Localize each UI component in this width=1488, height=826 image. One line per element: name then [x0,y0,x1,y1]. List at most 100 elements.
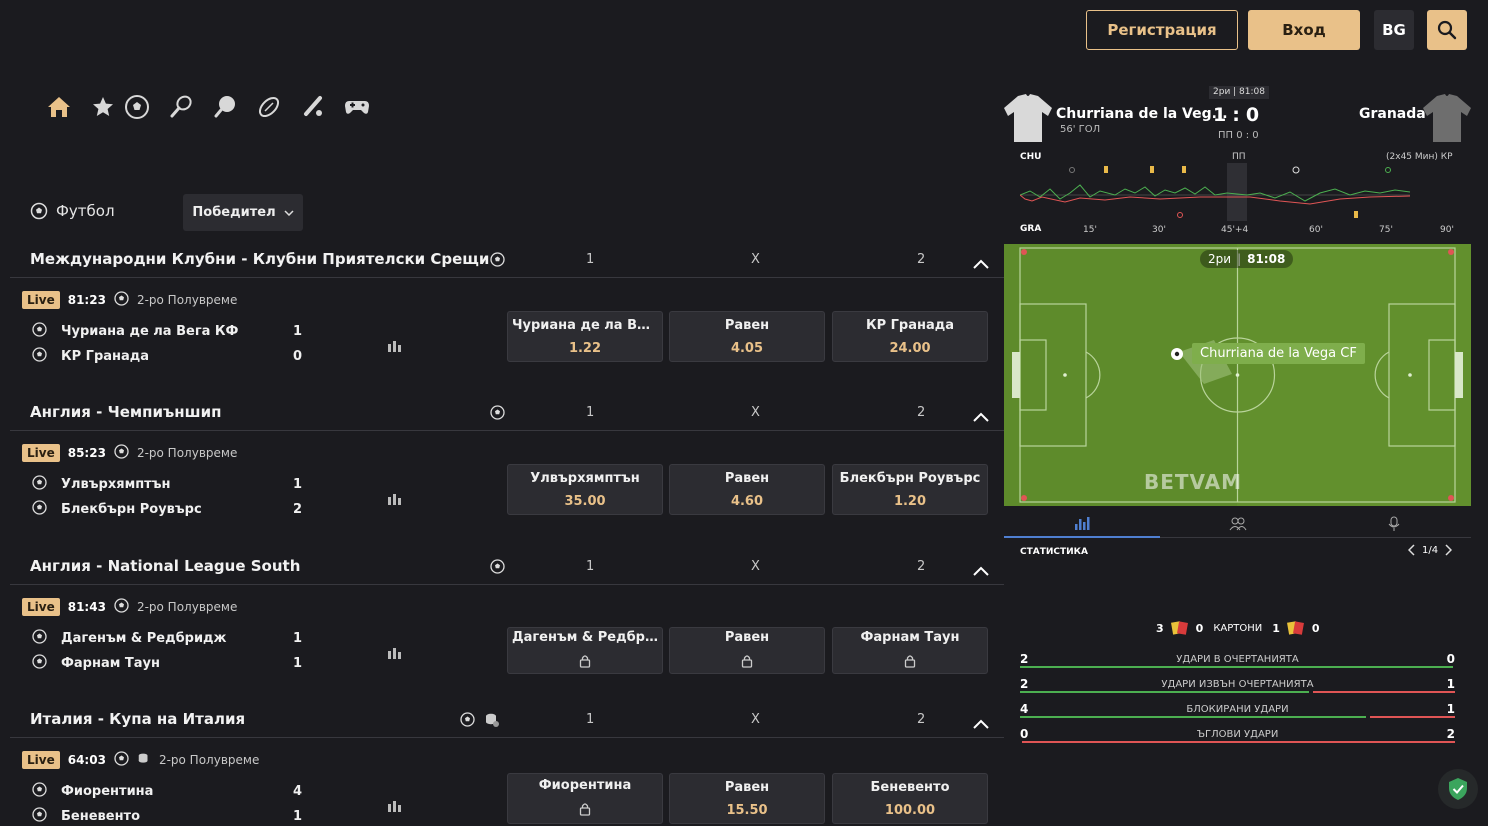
odd-button[interactable]: Улвърхямптън 35.00 [507,464,663,515]
tennis-icon[interactable] [166,92,196,122]
match-time: 81:23 [67,293,106,307]
search-button[interactable] [1427,10,1467,50]
collapse-button[interactable] [973,561,989,580]
match-period: 2-ро Полувреме [136,293,238,307]
home-goal-note: 56' ГОЛ [1060,124,1101,135]
odd-button[interactable]: Равен 4.05 [669,311,825,362]
odd-button[interactable]: КР Гранада 24.00 [832,311,988,362]
odd-button[interactable]: Фарнам Таун [832,627,988,674]
odd-button[interactable]: Фиорентина [507,773,663,824]
language-button[interactable]: BG [1374,10,1414,50]
match-stats-button[interactable] [387,490,403,509]
team-logo-icon [32,322,47,341]
team-name: Блекбърн Роувърс [61,502,202,517]
stats-title: СТАТИСТИКА [1020,547,1088,557]
odd-button[interactable]: Равен 15.50 [669,773,825,824]
live-football-icon [114,291,129,309]
league-header: Италия - Купа на Италия 1 X 2 [10,702,1004,738]
score: 1 : 0 [1213,104,1259,126]
chevron-left-icon[interactable] [1408,544,1416,556]
pitch-clock-period: 2ри [1208,252,1232,266]
coins-icon [137,752,151,769]
collapse-button[interactable] [973,407,989,426]
live-football-icon [460,712,475,731]
stat-home-bar [1020,666,1453,668]
team-row[interactable]: Фарнам Таун 1 [32,654,302,673]
football-icon[interactable] [122,92,152,122]
tab-commentary[interactable] [1316,510,1471,538]
stat-label: ЪГЛОВИ УДАРИ [1196,729,1279,740]
team-logo-icon [32,782,47,801]
team-row[interactable]: Чуриана де ла Вега КФ 1 [32,322,302,341]
timeline-tick: 15' [1083,225,1097,235]
score-away: 0 [1245,104,1260,126]
live-pitch: 2ри | 81:08 Churriana de la Vega CF BETV… [1004,244,1471,506]
odd-value: 100.00 [884,802,936,818]
team-row[interactable]: КР Гранада 0 [32,347,302,366]
tab-statistics[interactable] [1004,510,1160,538]
odd-button[interactable]: Равен 4.60 [669,464,825,515]
collapse-button[interactable] [973,254,989,273]
momentum-timeline: CHU GRA ПП (2x45 Мин) КР 15' 30' 45'+4 60' 7… [1004,143,1471,243]
team-row[interactable]: Блекбърн Роувърс 2 [32,500,302,519]
stat-away-bar [1022,741,1455,743]
stat-away-value: 1 [1446,702,1455,716]
stat-away-value: 0 [1446,652,1455,666]
login-button[interactable]: Вход [1248,10,1360,50]
team-name: Чуриана де ла Вега КФ [61,324,239,339]
collapse-button[interactable] [973,714,989,733]
odd-label: Равен [724,470,770,486]
cricket-icon[interactable] [298,92,328,122]
timeline-tick: 30' [1152,225,1166,235]
team-row[interactable]: Беневенто 1 [32,807,302,826]
column-header: X [751,712,760,727]
stat-away-value: 2 [1446,727,1455,741]
home-icon[interactable] [44,92,74,122]
odd-label: Блекбърн Роувърс [839,470,981,486]
odd-button[interactable]: Беневенто 100.00 [832,773,988,824]
market-select-label: Победител [192,205,276,220]
tab-lineups[interactable] [1160,510,1316,538]
team-name: Беневенто [61,809,141,824]
sport-title: Футбол [30,202,115,220]
team-logo-icon [32,475,47,494]
away-yellow-cards: 1 [1272,621,1280,635]
odd-value: 24.00 [889,340,931,356]
team-score: 0 [292,349,302,364]
match-stats-button[interactable] [387,644,403,663]
stat-row: 0 ЪГЛОВИ УДАРИ 2 [1020,727,1455,743]
match-stats-button[interactable] [387,797,403,816]
team-score: 2 [292,502,302,517]
rugby-icon[interactable] [254,92,284,122]
league-header: Англия - National League South 1 X 2 [10,549,1004,585]
team-row[interactable]: Улвърхямптън 1 [32,475,302,494]
odd-button[interactable]: Дагенъм & Редбридж [507,627,663,674]
column-header: 1 [586,405,595,420]
team-logo-icon [32,654,47,673]
away-jersey [1423,94,1471,142]
odd-button[interactable]: Чуриана де ла Вег... 1.22 [507,311,663,362]
odd-button[interactable]: Блекбърн Роувърс 1.20 [832,464,988,515]
register-button[interactable]: Регистрация [1086,10,1238,50]
team-name: Дагенъм & Редбридж [61,631,227,646]
star-icon[interactable] [88,92,118,122]
sport-title-label: Футбол [56,202,115,220]
team-row[interactable]: Фиорентина 4 [32,782,302,801]
security-badge[interactable] [1438,769,1478,809]
chevron-right-icon[interactable] [1444,544,1453,556]
table-tennis-icon[interactable] [210,92,240,122]
live-badge: Live [22,598,60,616]
odd-label: Дагенъм & Редбридж [512,629,658,645]
market-select[interactable]: Победител [183,194,303,231]
odd-button[interactable]: Равен [669,627,825,674]
team-row[interactable]: Дагенъм & Редбридж 1 [32,629,302,648]
match-stats-button[interactable] [387,337,403,356]
match-meta: Live 64:03 2-ро Полувреме [22,751,259,769]
stat-label: УДАРИ ИЗВЪН ОЧЕРТАНИЯТА [1161,679,1314,690]
column-header: X [751,252,760,267]
esports-icon[interactable] [342,92,372,122]
team-score: 1 [292,477,302,492]
timeline-tick: 45'+4 [1221,225,1249,235]
lock-icon [741,653,753,672]
stats-icon [387,337,403,356]
